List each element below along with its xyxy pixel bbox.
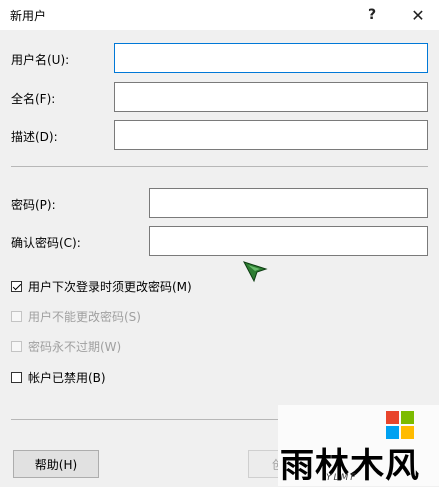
password-input[interactable] — [149, 188, 428, 218]
fullname-input[interactable] — [114, 82, 428, 112]
password-label: 密码(P): — [11, 198, 56, 212]
window-title: 新用户 — [10, 9, 47, 23]
cannot-change-password-label: 用户不能更改密码(S) — [28, 310, 141, 324]
checkbox-unchecked[interactable] — [11, 372, 22, 383]
account-disabled-option[interactable]: 帐户已禁用(B) — [11, 369, 106, 386]
account-disabled-label: 帐户已禁用(B) — [28, 371, 106, 385]
checkbox-checked[interactable] — [11, 281, 22, 292]
close-icon[interactable]: ✕ — [398, 0, 438, 30]
password-never-expires-option[interactable]: 密码永不过期(W) — [11, 338, 121, 355]
checkbox-disabled[interactable] — [11, 341, 22, 352]
watermark-subtext: YLMF — [326, 473, 358, 483]
fullname-label: 全名(F): — [11, 92, 56, 106]
cannot-change-password-option[interactable]: 用户不能更改密码(S) — [11, 308, 141, 325]
description-input[interactable] — [114, 120, 428, 150]
confirm-password-input[interactable] — [149, 226, 428, 256]
cursor-icon — [242, 261, 268, 283]
must-change-password-label: 用户下次登录时须更改密码(M) — [28, 280, 192, 294]
help-icon[interactable]: ? — [352, 0, 392, 30]
must-change-password-option[interactable]: 用户下次登录时须更改密码(M) — [11, 278, 192, 295]
confirm-password-label: 确认密码(C): — [11, 236, 81, 250]
title-bar: 新用户 ? ✕ — [0, 0, 439, 30]
description-label: 描述(D): — [11, 130, 58, 144]
checkbox-disabled[interactable] — [11, 311, 22, 322]
windows-logo-icon — [386, 411, 414, 439]
password-never-expires-label: 密码永不过期(W) — [28, 340, 122, 354]
help-button[interactable]: 帮助(H) — [13, 450, 99, 478]
username-input[interactable] — [114, 43, 428, 73]
separator-top — [11, 166, 428, 167]
username-label: 用户名(U): — [11, 53, 70, 67]
